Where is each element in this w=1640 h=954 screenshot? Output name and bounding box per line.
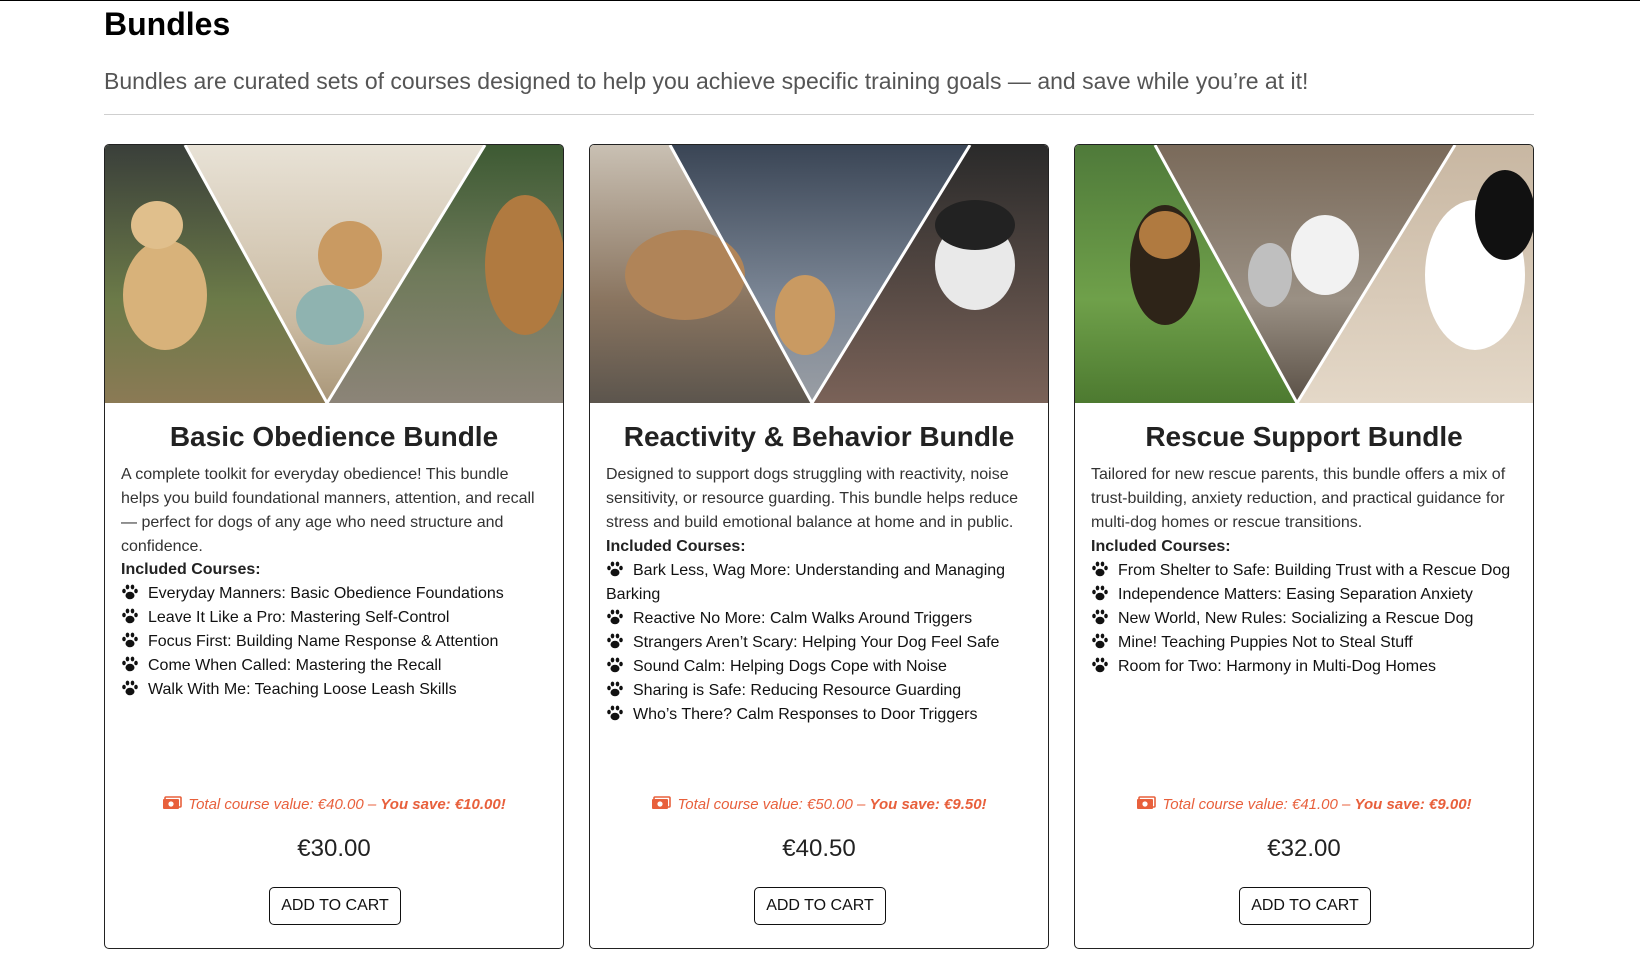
section-divider — [104, 114, 1534, 115]
course-name: Bark Less, Wag More: Understanding and M… — [606, 562, 1006, 603]
paw-icon — [607, 705, 623, 721]
course-item: Room for Two: Harmony in Multi-Dog Homes — [1091, 655, 1521, 679]
bundle-card-rescue-support: Rescue Support Bundle Tailored for new r… — [1074, 144, 1534, 949]
course-name: Strangers Aren’t Scary: Helping Your Dog… — [633, 634, 1000, 651]
courses-heading: Included Courses: — [606, 538, 746, 555]
bundle-price: €30.00 — [297, 835, 371, 862]
bundle-card-basic-obedience: Basic Obedience Bundle A complete toolki… — [104, 144, 564, 949]
paw-icon — [607, 681, 623, 697]
bundle-image-collage — [590, 145, 1048, 403]
paw-icon — [122, 584, 138, 600]
savings-note: Total course value: €40.00 – You save: €… — [105, 796, 563, 813]
course-item: Reactive No More: Calm Walks Around Trig… — [606, 607, 1036, 631]
money-icon — [1137, 796, 1157, 809]
paw-icon — [122, 632, 138, 648]
bundle-image-collage — [105, 145, 563, 403]
courses-heading: Included Courses: — [121, 561, 261, 578]
money-icon — [163, 796, 183, 809]
paw-icon — [607, 561, 623, 577]
top-border-line — [0, 0, 1640, 1]
paw-icon — [1092, 561, 1108, 577]
bundle-description: Designed to support dogs struggling with… — [606, 466, 1019, 531]
course-item: New World, New Rules: Socializing a Resc… — [1091, 607, 1521, 631]
included-courses: Included Courses: Bark Less, Wag More: U… — [606, 535, 1036, 727]
paw-icon — [122, 608, 138, 624]
course-item: Everyday Manners: Basic Obedience Founda… — [121, 582, 551, 606]
paw-icon — [1092, 633, 1108, 649]
page-title: Bundles — [104, 6, 231, 42]
bundle-title: Rescue Support Bundle — [1145, 421, 1463, 452]
add-to-cart-button[interactable]: ADD TO CART — [1239, 887, 1371, 925]
paw-icon — [122, 656, 138, 672]
bundle-description: Tailored for new rescue parents, this bu… — [1091, 466, 1506, 531]
bundle-price: €32.00 — [1267, 835, 1341, 862]
bundle-price: €40.50 — [782, 835, 856, 862]
savings-total-value: Total course value: €41.00 – — [1162, 796, 1355, 813]
course-item: Walk With Me: Teaching Loose Leash Skill… — [121, 678, 551, 702]
add-to-cart-button[interactable]: ADD TO CART — [754, 887, 886, 925]
course-name: Walk With Me: Teaching Loose Leash Skill… — [148, 681, 457, 698]
course-item: Who’s There? Calm Responses to Door Trig… — [606, 703, 1036, 727]
savings-note: Total course value: €50.00 – You save: €… — [590, 796, 1048, 813]
course-item: From Shelter to Safe: Building Trust wit… — [1091, 559, 1521, 583]
paw-icon — [122, 680, 138, 696]
course-item: Strangers Aren’t Scary: Helping Your Dog… — [606, 631, 1036, 655]
paw-icon — [607, 633, 623, 649]
savings-total-value: Total course value: €50.00 – — [677, 796, 870, 813]
page-subtitle: Bundles are curated sets of courses desi… — [104, 68, 1309, 94]
savings-amount: You save: €10.00! — [380, 796, 506, 813]
course-item: Mine! Teaching Puppies Not to Steal Stuf… — [1091, 631, 1521, 655]
course-name: From Shelter to Safe: Building Trust wit… — [1118, 562, 1511, 579]
bundle-image-collage — [1075, 145, 1533, 403]
course-item: Come When Called: Mastering the Recall — [121, 654, 551, 678]
course-name: Focus First: Building Name Response & At… — [148, 633, 499, 650]
course-name: Sound Calm: Helping Dogs Cope with Noise — [633, 658, 947, 675]
included-courses: Included Courses: From Shelter to Safe: … — [1091, 535, 1521, 679]
paw-icon — [1092, 609, 1108, 625]
course-name: Independence Matters: Easing Separation … — [1118, 586, 1473, 603]
paw-icon — [607, 609, 623, 625]
course-name: Come When Called: Mastering the Recall — [148, 657, 442, 674]
money-icon — [652, 796, 672, 809]
savings-total-value: Total course value: €40.00 – — [188, 796, 381, 813]
course-name: Room for Two: Harmony in Multi-Dog Homes — [1118, 658, 1437, 675]
course-name: Who’s There? Calm Responses to Door Trig… — [633, 706, 978, 723]
bundle-title: Basic Obedience Bundle — [169, 421, 499, 452]
course-item: Leave It Like a Pro: Mastering Self-Cont… — [121, 606, 551, 630]
add-to-cart-button[interactable]: ADD TO CART — [269, 887, 401, 925]
paw-icon — [607, 657, 623, 673]
course-item: Sound Calm: Helping Dogs Cope with Noise — [606, 655, 1036, 679]
course-name: Mine! Teaching Puppies Not to Steal Stuf… — [1118, 634, 1413, 651]
bundle-title: Reactivity & Behavior Bundle — [623, 421, 1015, 452]
course-item: Independence Matters: Easing Separation … — [1091, 583, 1521, 607]
paw-icon — [1092, 585, 1108, 601]
courses-heading: Included Courses: — [1091, 538, 1231, 555]
course-name: Leave It Like a Pro: Mastering Self-Cont… — [148, 609, 450, 626]
course-name: Reactive No More: Calm Walks Around Trig… — [633, 610, 973, 627]
savings-amount: You save: €9.00! — [1354, 796, 1472, 813]
course-item: Focus First: Building Name Response & At… — [121, 630, 551, 654]
savings-note: Total course value: €41.00 – You save: €… — [1075, 796, 1533, 813]
course-item: Sharing is Safe: Reducing Resource Guard… — [606, 679, 1036, 703]
course-name: New World, New Rules: Socializing a Resc… — [1118, 610, 1474, 627]
savings-amount: You save: €9.50! — [869, 796, 987, 813]
course-name: Everyday Manners: Basic Obedience Founda… — [148, 585, 504, 602]
course-item: Bark Less, Wag More: Understanding and M… — [606, 559, 1036, 607]
bundle-description: A complete toolkit for everyday obedienc… — [121, 466, 535, 555]
course-name: Sharing is Safe: Reducing Resource Guard… — [633, 682, 962, 699]
paw-icon — [1092, 657, 1108, 673]
bundle-card-reactivity-behavior: Reactivity & Behavior Bundle Designed to… — [589, 144, 1049, 949]
included-courses: Included Courses: Everyday Manners: Basi… — [121, 558, 551, 702]
